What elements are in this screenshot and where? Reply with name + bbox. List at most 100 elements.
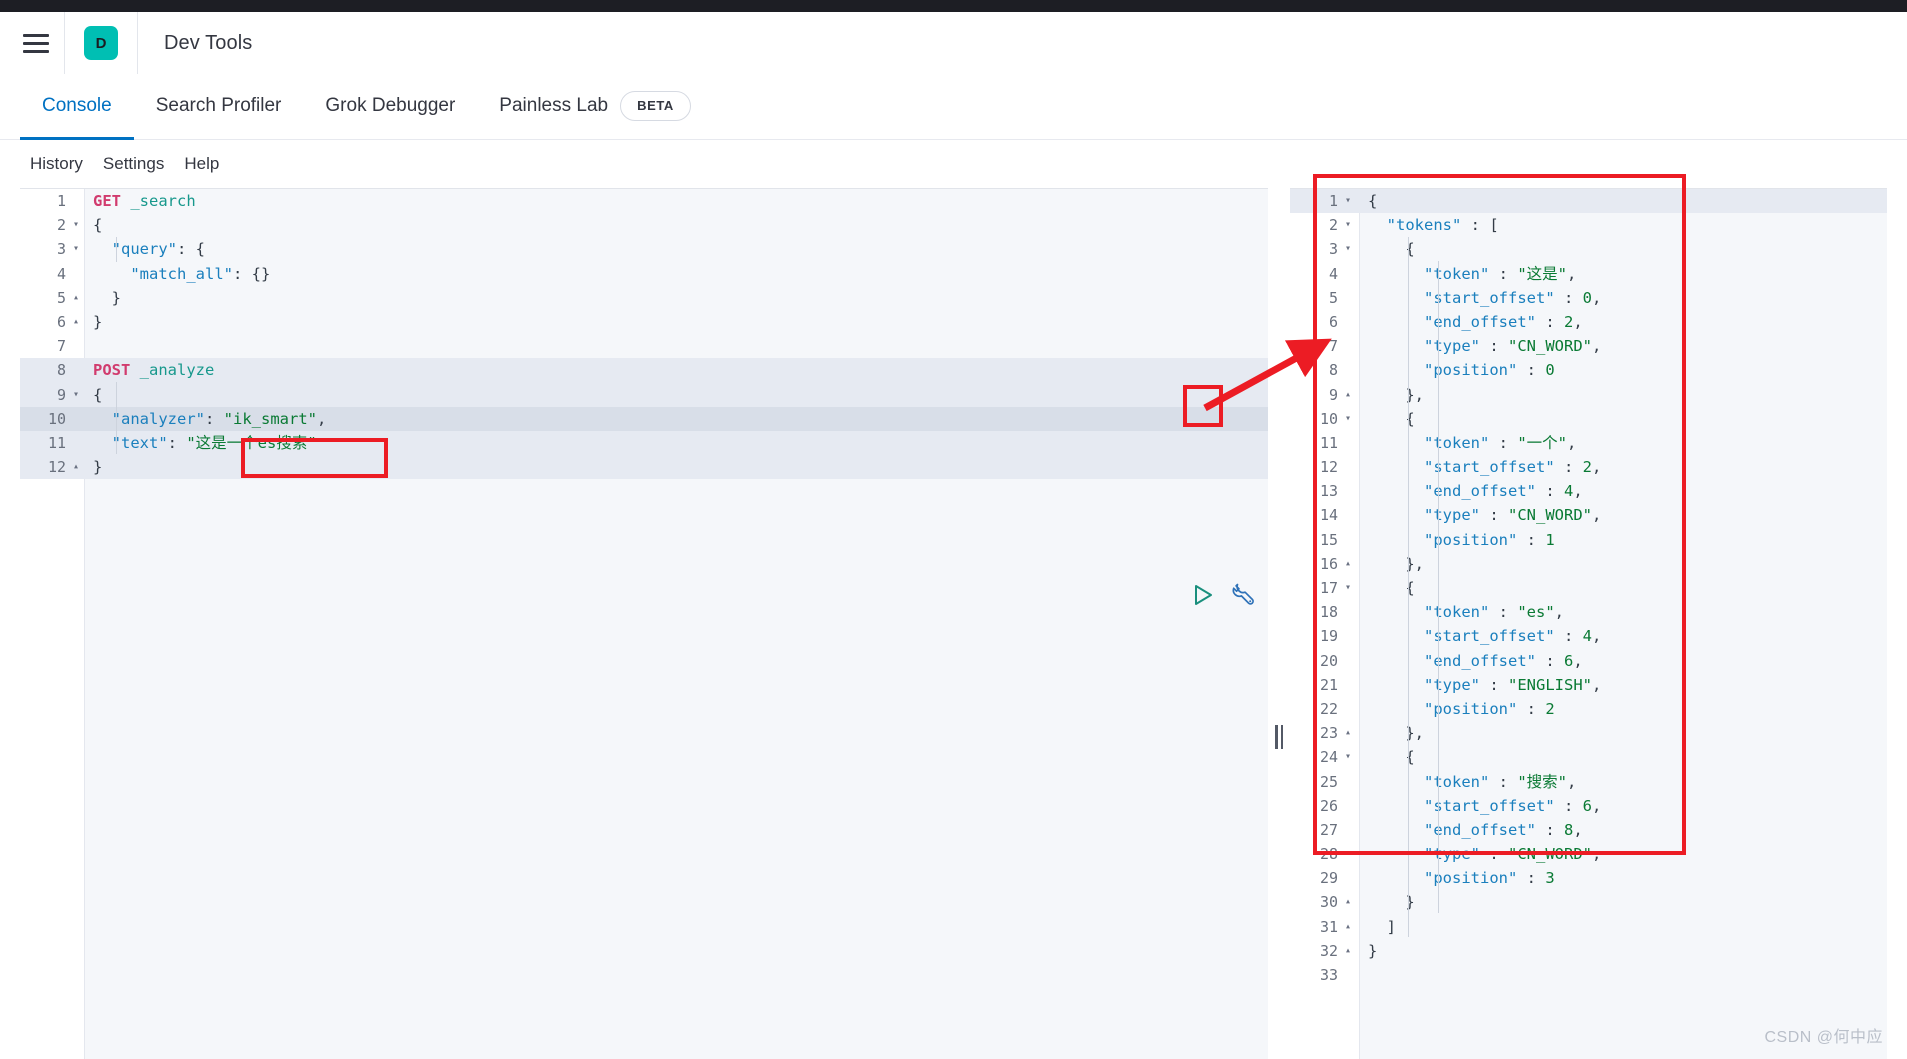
line-text: "type" : "CN_WORD", (1424, 845, 1602, 864)
code-line: 26 "start_offset" : 6, (1290, 794, 1887, 818)
line-text: "end_offset" : 6, (1424, 651, 1583, 670)
fold-toggle-icon[interactable]: ▾ (1342, 576, 1354, 600)
fold-toggle-icon[interactable]: ▾ (1342, 213, 1354, 237)
tab-search-profiler[interactable]: Search Profiler (134, 74, 304, 140)
code-line: 18 "token" : "es", (1290, 600, 1887, 624)
line-text: POST _analyze (93, 361, 215, 380)
wrench-icon[interactable] (1226, 580, 1256, 610)
submenu-item-history[interactable]: History (20, 154, 93, 174)
editor-code[interactable]: 1 GET _search 2 ▾{3 ▾ "query": {4 "match_all… (20, 189, 1268, 480)
code-line: 3 ▾ "query": { (20, 237, 1268, 261)
app-logo-wrap[interactable]: D (65, 12, 137, 74)
fold-toggle-icon[interactable]: ▴ (70, 455, 82, 479)
request-editor[interactable]: 1 GET _search 2 ▾{3 ▾ "query": {4 "match_all… (20, 188, 1268, 1059)
fold-toggle-icon[interactable]: ▴ (1342, 890, 1354, 914)
tab-grok-debugger-label: Grok Debugger (325, 94, 456, 116)
code-line: 8 POST _analyze (20, 358, 1268, 383)
fold-toggle-icon[interactable]: ▾ (70, 213, 82, 237)
fold-toggle-icon[interactable]: ▴ (1342, 939, 1354, 963)
line-number: 7 (1328, 337, 1338, 356)
indent-guide (1408, 237, 1409, 937)
code-line: 15 "position" : 1 (1290, 528, 1887, 552)
line-text: "token" : "这是", (1424, 264, 1577, 283)
line-text: "position" : 0 (1424, 361, 1555, 380)
code-line: 17 ▾ { (1290, 576, 1887, 600)
line-text: GET _search (93, 192, 196, 210)
line-number: 29 (1319, 869, 1338, 888)
code-line: 9 ▴ }, (1290, 383, 1887, 407)
fold-toggle-icon[interactable]: ▴ (70, 310, 82, 334)
splitter-grip[interactable] (1275, 725, 1283, 749)
response-output[interactable]: 1 ▾{2 ▾ "tokens" : [3 ▾ {4 "token" : "这是", 5… (1290, 188, 1887, 1059)
code-line: 16 ▴ }, (1290, 552, 1887, 576)
fold-toggle-icon[interactable]: ▴ (1342, 383, 1354, 407)
line-number: 31 (1319, 917, 1338, 936)
fold-toggle-icon[interactable]: ▾ (1342, 237, 1354, 261)
line-text: "text": "这是一个es搜索" (111, 433, 317, 452)
line-text: "end_offset" : 4, (1424, 482, 1583, 501)
tab-console[interactable]: Console (20, 74, 134, 140)
line-text: "match_all": {} (130, 264, 271, 283)
line-number: 22 (1319, 699, 1338, 718)
top-dark-strip (0, 0, 1907, 12)
code-line: 6 "end_offset" : 2, (1290, 310, 1887, 334)
fold-toggle-icon[interactable]: ▾ (70, 383, 82, 407)
code-line: 5 "start_offset" : 0, (1290, 286, 1887, 310)
tab-painless-lab-label: Painless Lab (499, 94, 609, 116)
code-line: 1 ▾ { (1290, 189, 1887, 214)
submenu-item-help[interactable]: Help (174, 154, 229, 174)
fold-toggle-icon[interactable]: ▴ (1342, 721, 1354, 745)
line-text: }, (1368, 385, 1424, 404)
code-line: 6 ▴} (20, 310, 1268, 334)
line-text: "type" : "CN_WORD", (1424, 506, 1602, 525)
line-number: 13 (1319, 482, 1338, 501)
code-line: 25 "token" : "搜索", (1290, 770, 1887, 794)
fold-toggle-icon[interactable]: ▴ (1342, 915, 1354, 939)
editor-actions[interactable] (1186, 578, 1256, 612)
code-line: 5 ▴ } (20, 286, 1268, 310)
code-line: 32 ▴} (1290, 939, 1887, 963)
indent-guide (1438, 261, 1439, 913)
line-number: 10 (47, 409, 66, 428)
line-number: 15 (1319, 530, 1338, 549)
line-number: 4 (56, 264, 66, 283)
line-number: 8 (1328, 361, 1338, 380)
code-line: 28 "type" : "CN_WORD", (1290, 842, 1887, 866)
line-text: "end_offset" : 2, (1424, 312, 1583, 331)
code-line: 27 "end_offset" : 8, (1290, 818, 1887, 842)
tab-grok-debugger[interactable]: Grok Debugger (303, 74, 477, 140)
line-text: "position" : 1 (1424, 530, 1555, 549)
fold-toggle-icon[interactable]: ▴ (1342, 552, 1354, 576)
play-icon[interactable] (1186, 578, 1220, 612)
line-text: "position" : 2 (1424, 699, 1555, 718)
app-header: D Dev Tools (0, 12, 1907, 74)
fold-toggle-icon[interactable]: ▾ (1342, 407, 1354, 431)
line-number: 28 (1319, 845, 1338, 864)
fold-toggle-icon[interactable]: ▾ (1342, 745, 1354, 769)
line-number: 9 (56, 385, 66, 404)
code-line: 3 ▾ { (1290, 237, 1887, 261)
line-text: "token" : "es", (1424, 603, 1564, 622)
hamburger-menu-icon[interactable] (8, 12, 64, 74)
indent-guide (116, 382, 117, 454)
line-number: 20 (1319, 651, 1338, 670)
submenu-item-settings[interactable]: Settings (93, 154, 174, 174)
line-number: 25 (1319, 772, 1338, 791)
code-line: 10 ▾ { (1290, 407, 1887, 431)
line-text: } (93, 288, 121, 307)
line-text: "start_offset" : 4, (1424, 627, 1602, 646)
line-number: 10 (1319, 409, 1338, 428)
code-line: 21 "type" : "ENGLISH", (1290, 673, 1887, 697)
fold-toggle-icon[interactable]: ▴ (70, 286, 82, 310)
fold-toggle-icon[interactable]: ▾ (70, 237, 82, 261)
line-number: 16 (1319, 554, 1338, 573)
fold-toggle-icon[interactable]: ▾ (1342, 189, 1354, 213)
page-title: Dev Tools (164, 31, 253, 54)
line-number: 17 (1319, 579, 1338, 597)
line-number: 9 (1328, 385, 1338, 404)
console-workarea: 1 GET _search 2 ▾{3 ▾ "query": {4 "match_all… (0, 188, 1907, 1059)
panel-splitter[interactable] (1268, 188, 1290, 1059)
indent-guide (116, 237, 117, 262)
line-text: }, (1368, 554, 1424, 573)
tab-painless-lab[interactable]: Painless Lab BETA (477, 74, 713, 140)
